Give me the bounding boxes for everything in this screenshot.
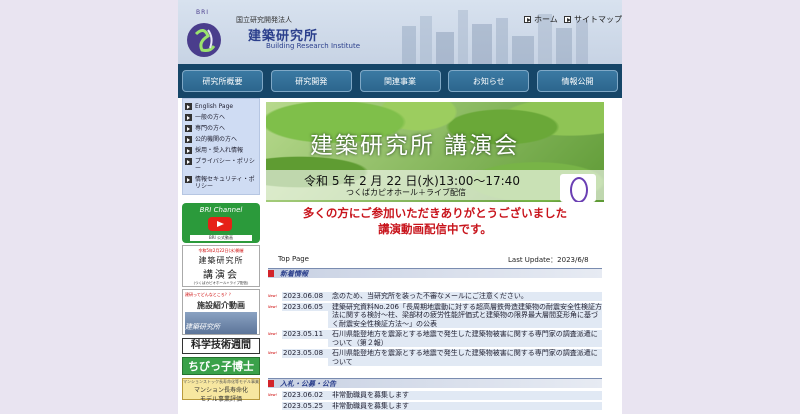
org-name-english: Building Research Institute: [266, 42, 361, 50]
lecture-hero-banner[interactable]: 建築研究所 講演会 令和 5 年 2 月 22 日(水)13:00～17:40 …: [266, 102, 604, 202]
news-text[interactable]: 念のため、当研究所を装った不審なメールにご注意ください。: [328, 292, 602, 301]
news-section-title: 新着情報: [280, 270, 308, 278]
arrow-icon: [185, 114, 192, 121]
sidebar-item-label: 公的機関の方へ: [195, 136, 238, 143]
lecture-banner[interactable]: 令和5年2月22日(水)開催 建築研究所 講演会 (つくばカピオホール+ライブ配…: [182, 245, 260, 287]
arrow-icon: [185, 103, 192, 110]
news-section-header: 新着情報: [268, 268, 602, 278]
arrow-icon: [185, 176, 192, 183]
new-badge: New!: [268, 294, 278, 298]
lecture-banner-date: 令和5年2月22日(水)開催: [198, 248, 244, 253]
nav-news[interactable]: お知らせ: [448, 70, 530, 92]
arrow-icon: [564, 16, 571, 23]
facility-video-banner[interactable]: 建研ってどんなところ？？ 施設紹介動画 建築研究所: [182, 289, 260, 335]
news-date: 2023.05.08: [282, 349, 328, 358]
main-nav: 研究所概要 研究開発 関連事業 お知らせ 情報公開: [178, 64, 622, 98]
lecture-banner-line3: (つくばカピオホール+ライブ配信): [193, 281, 249, 285]
site-header: BRI 国立研究開発法人 建築研究所 Building Research Ins…: [178, 0, 622, 64]
nav-research[interactable]: 研究開発: [270, 70, 352, 92]
bid-list: New! 2023.06.02 非常勤職員を募集します 2023.05.25 非…: [268, 391, 602, 412]
sidebar-item-label: 採用・受入れ情報: [195, 147, 244, 154]
thanks-line2: 講演動画配信中です。: [378, 222, 492, 236]
logo-text: BRI: [196, 9, 210, 16]
news-text[interactable]: 石川県能登地方を震源とする地震で発生した建築物被害に関する専門家の調査派遣につい…: [328, 330, 602, 347]
sidebar-item-label: English Page: [195, 103, 234, 110]
arrow-icon: [524, 16, 531, 23]
list-item[interactable]: New! 2023.05.08 石川県能登地方を震源とする地震で発生した建築物被…: [268, 349, 602, 366]
kids-doctor-banner[interactable]: ちびっ子博士: [182, 357, 260, 375]
news-text[interactable]: 石川県能登地方を震源とする地震で発生した建築物被害に関する専門家の調査派遣につい…: [328, 349, 602, 366]
header-skyline-image: [392, 6, 592, 64]
sitemap-link[interactable]: サイトマップ: [564, 14, 622, 25]
sidebar-item-label: 専門の方へ: [195, 125, 226, 132]
science-week-banner[interactable]: 科学技術週間: [182, 338, 260, 354]
sidebar-item-recruit[interactable]: 採用・受入れ情報: [183, 145, 259, 156]
page-container: BRI 国立研究開発法人 建築研究所 Building Research Ins…: [178, 0, 622, 414]
lecture-banner-line2: 講演会: [203, 270, 239, 281]
sidebar-item-security[interactable]: 情報セキュリティ・ポリシー: [183, 174, 259, 192]
new-badge: New!: [268, 332, 278, 336]
sidebar-item-english[interactable]: English Page: [183, 101, 259, 112]
bid-section-header: 入札・公募・公告: [268, 378, 602, 388]
sidebar-item-government[interactable]: 公的機関の方へ: [183, 134, 259, 145]
list-item[interactable]: New! 2023.06.05 建築研究資料No.206「長周期地震動に対する超…: [268, 302, 602, 328]
news-text[interactable]: 建築研究資料No.206「長周期地震動に対する超高層鉄骨造建築物の耐震安全性検証…: [328, 302, 602, 328]
mansion-banner-line2: モデル事業評価: [199, 396, 242, 403]
hero-venue: つくばカピオホール＋ライブ配信: [346, 188, 466, 197]
sidebar-item-label: プライバシー・ポリシー: [195, 158, 255, 172]
hero-date-band: 令和 5 年 2 月 22 日(水)13:00～17:40 つくばカピオホール＋…: [266, 170, 604, 200]
org-subtitle: 国立研究開発法人: [236, 16, 292, 24]
home-link[interactable]: ホーム: [524, 14, 558, 25]
bri-channel-title: BRI Channel: [199, 206, 243, 214]
bid-section-title: 入札・公募・公告: [280, 380, 336, 388]
bri-logo-icon[interactable]: [182, 14, 226, 60]
bid-date: 2023.05.25: [282, 401, 328, 410]
news-list: New! 2023.06.08 念のため、当研究所を装った不審なメールにご注意く…: [268, 292, 602, 368]
nav-related[interactable]: 関連事業: [359, 70, 441, 92]
bri-channel-sub: BRI 公式動画: [190, 235, 252, 241]
bid-text[interactable]: 非常勤職員を募集します: [328, 401, 602, 410]
list-item[interactable]: New! 2023.05.11 石川県能登地方を震源とする地震で発生した建築物被…: [268, 330, 602, 347]
sidebar-item-expert[interactable]: 専門の方へ: [183, 123, 259, 134]
last-update: Last Update：2023/6/8: [508, 256, 589, 264]
arrow-icon: [185, 158, 192, 165]
sidebar-item-label: 一般の方へ: [195, 114, 226, 121]
facility-video-question: 建研ってどんなところ？？: [185, 292, 233, 297]
arrow-icon: [185, 136, 192, 143]
arrow-icon: [185, 147, 192, 154]
thanks-line1: 多くの方にご参加いただきありがとうございました: [302, 206, 568, 220]
news-date: 2023.06.08: [282, 292, 328, 301]
youtube-play-icon: [208, 217, 232, 231]
thanks-message[interactable]: 多くの方にご参加いただきありがとうございました 講演動画配信中です。: [266, 205, 604, 237]
bid-text[interactable]: 非常勤職員を募集します: [328, 391, 602, 400]
arrow-icon: [185, 125, 192, 132]
mansion-banner[interactable]: マンションストック長寿命化等モデル事業 マンション長寿命化 モデル事業評価: [182, 378, 260, 403]
list-item[interactable]: 2023.05.25 非常勤職員を募集します: [268, 401, 602, 410]
bid-date: 2023.06.02: [282, 391, 328, 400]
sitemap-link-label: サイトマップ: [574, 15, 622, 24]
bri-channel-banner[interactable]: BRI Channel BRI 公式動画: [182, 203, 260, 243]
sidebar-item-privacy[interactable]: プライバシー・ポリシー: [183, 156, 259, 174]
facility-video-title: 施設紹介動画: [197, 301, 245, 310]
list-item[interactable]: New! 2023.06.02 非常勤職員を募集します: [268, 391, 602, 400]
news-date: 2023.05.11: [282, 330, 328, 339]
breadcrumb: Top Page: [278, 255, 309, 263]
mansion-banner-line1: マンション長寿命化: [193, 387, 248, 394]
hero-title: 建築研究所 講演会: [310, 133, 520, 159]
new-badge: New!: [268, 351, 278, 355]
new-badge: New!: [268, 393, 278, 397]
sidebar-item-label: 情報セキュリティ・ポリシー: [195, 176, 255, 190]
facility-video-label: 建築研究所: [185, 323, 220, 331]
bri-logo-icon: [560, 174, 596, 202]
nav-disclosure[interactable]: 情報公開: [537, 70, 618, 92]
left-sidebar: English Page 一般の方へ 専門の方へ 公的機関の方へ 採用・受入れ情…: [182, 98, 260, 403]
sidebar-item-public[interactable]: 一般の方へ: [183, 112, 259, 123]
home-link-label: ホーム: [534, 15, 558, 24]
nav-about[interactable]: 研究所概要: [182, 70, 263, 92]
list-item[interactable]: New! 2023.06.08 念のため、当研究所を装った不審なメールにご注意く…: [268, 292, 602, 301]
side-menu: English Page 一般の方へ 専門の方へ 公的機関の方へ 採用・受入れ情…: [182, 98, 260, 195]
news-date: 2023.06.05: [282, 302, 328, 311]
lecture-banner-line1: 建築研究所: [198, 256, 244, 265]
new-badge: New!: [268, 304, 278, 309]
